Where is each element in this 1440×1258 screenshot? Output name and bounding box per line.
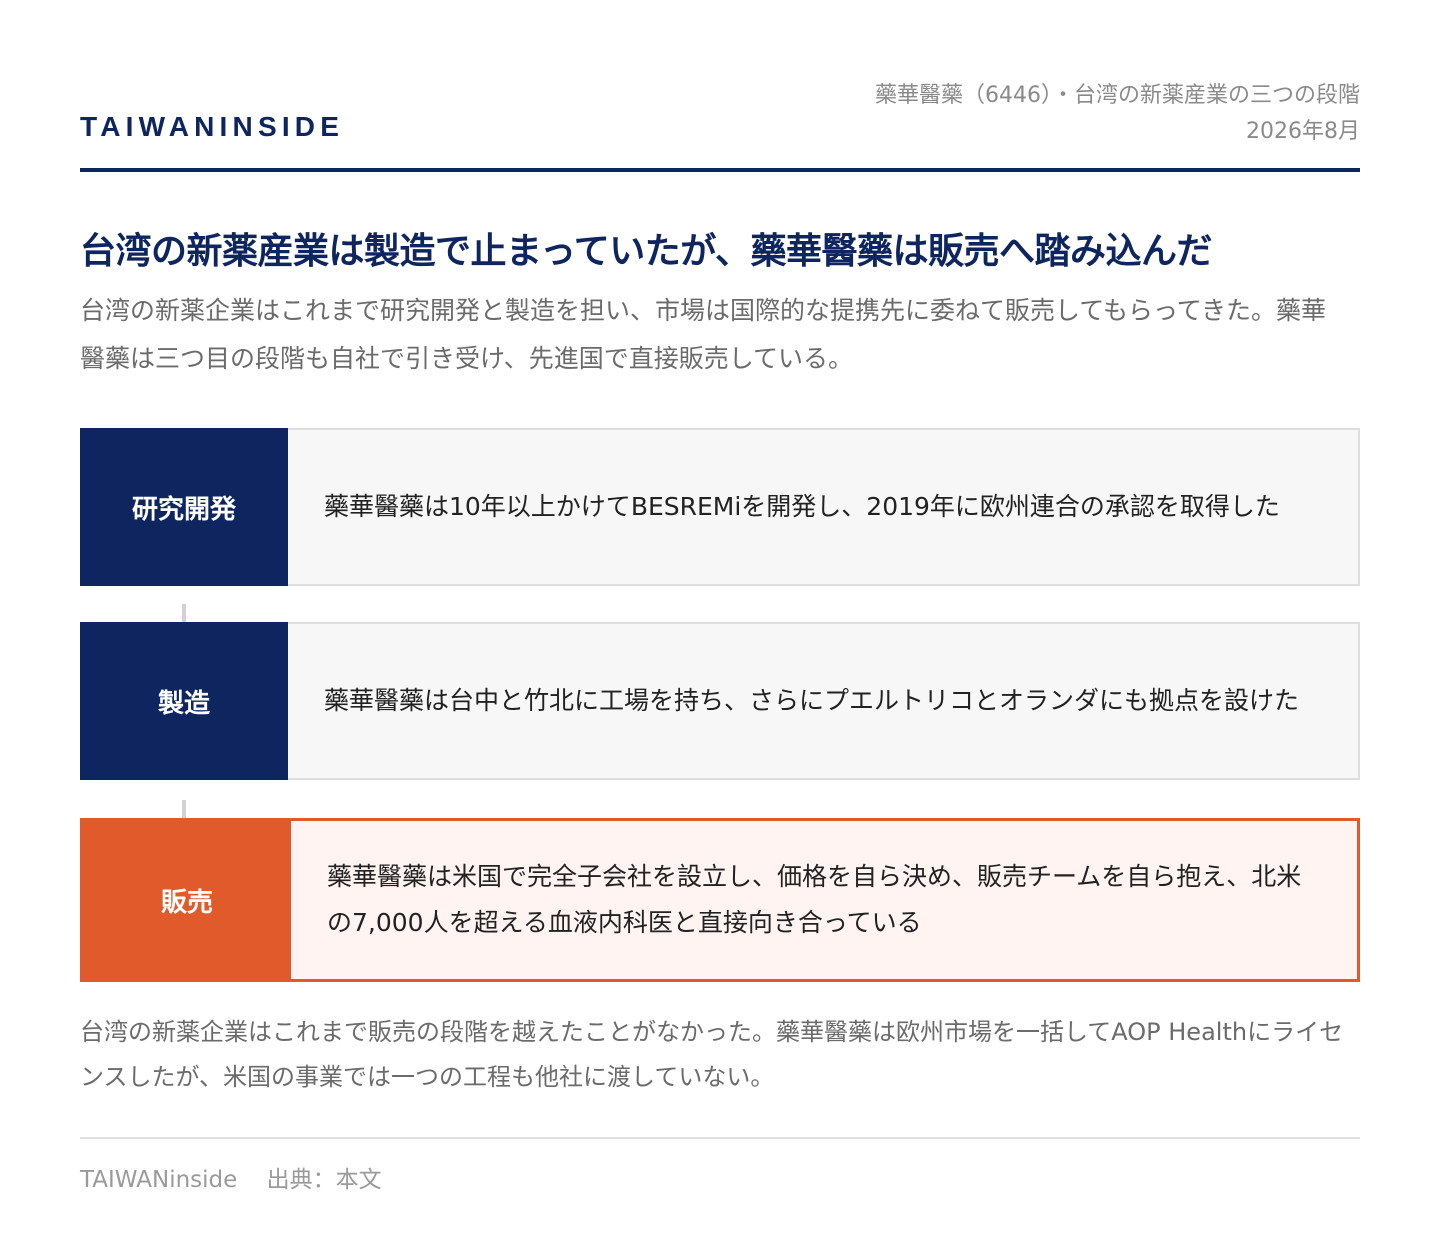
header: TAIWANINSIDE 藥華醫藥（6446）・台湾の新薬産業の三つの段階 20… [80, 0, 1360, 172]
header-meta: 藥華醫藥（6446）・台湾の新薬産業の三つの段階 2026年8月 [875, 78, 1360, 150]
stage-sales: 販売 藥華醫藥は米国で完全子会社を設立し、価格を自ら決め、販売チームを自ら抱え、… [80, 818, 1360, 982]
stage-text: 藥華醫藥は10年以上かけてBESREMiを開発し、2019年に欧州連合の承認を取… [324, 492, 1280, 521]
stage-description: 藥華醫藥は米国で完全子会社を設立し、価格を自ら決め、販売チームを自ら抱え、北米の… [291, 821, 1357, 979]
footer-brand: TAIWANinside [80, 1167, 238, 1193]
stage-manufacturing: 製造 藥華醫藥は台中と竹北に工場を持ち、さらにプエルトリコとオランダにも拠点を設… [80, 622, 1360, 780]
stage-text: 藥華醫藥は台中と竹北に工場を持ち、さらにプエルトリコとオランダにも拠点を設けた [324, 686, 1300, 715]
meta-date: 2026年8月 [1246, 119, 1360, 144]
headline: 台湾の新薬産業は製造で止まっていたが、藥華醫藥は販売へ踏み込んだ [80, 231, 1213, 272]
stage-description: 藥華醫藥は台中と竹北に工場を持ち、さらにプエルトリコとオランダにも拠点を設けた [288, 622, 1360, 780]
stage-description: 藥華醫藥は10年以上かけてBESREMiを開発し、2019年に欧州連合の承認を取… [288, 428, 1360, 586]
stage-label: 販売 [83, 821, 291, 979]
lead-paragraph: 台湾の新薬企業はこれまで研究開発と製造を担い、市場は国際的な提携先に委ねて販売し… [80, 296, 1327, 373]
footer-divider [80, 1137, 1360, 1139]
stage-label: 製造 [80, 622, 288, 780]
brand-logo: TAIWANINSIDE [80, 111, 345, 142]
infographic-page: TAIWANINSIDE 藥華醫藥（6446）・台湾の新薬産業の三つの段階 20… [80, 0, 1360, 1258]
stage-connector [182, 800, 186, 818]
stage-research: 研究開発 藥華醫藥は10年以上かけてBESREMiを開発し、2019年に欧州連合… [80, 428, 1360, 586]
meta-topic: 藥華醫藥（6446）・台湾の新薬産業の三つの段階 [875, 83, 1360, 108]
footer-source: 出典：本文 [266, 1167, 382, 1193]
stage-label: 研究開発 [80, 428, 288, 586]
stage-connector [182, 604, 186, 622]
closing-paragraph: 台湾の新薬企業はこれまで販売の段階を越えたことがなかった。藥華醫藥は欧州市場を一… [80, 1018, 1344, 1091]
stage-text: 藥華醫藥は米国で完全子会社を設立し、価格を自ら決め、販売チームを自ら抱え、北米の… [327, 862, 1302, 937]
footer: TAIWANinside 出典：本文 [80, 1160, 382, 1194]
